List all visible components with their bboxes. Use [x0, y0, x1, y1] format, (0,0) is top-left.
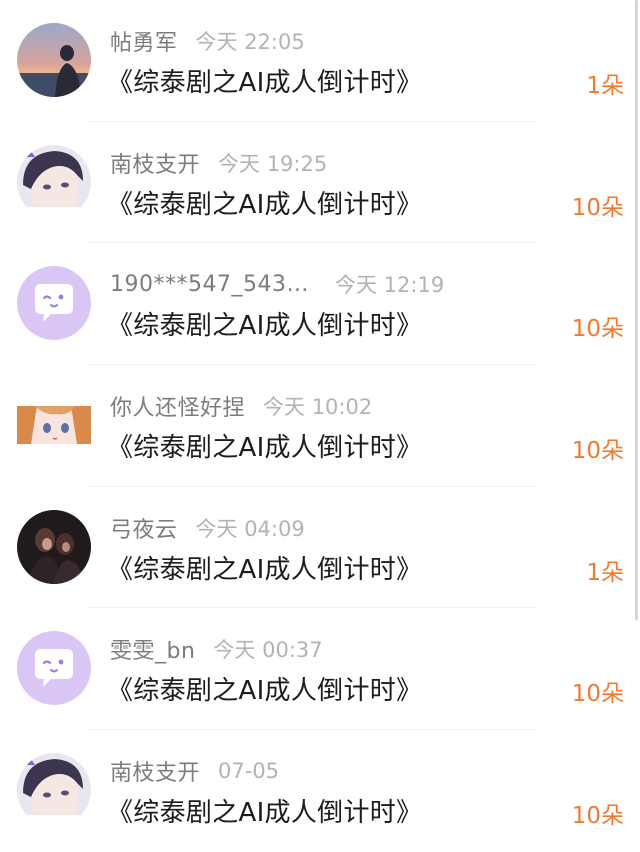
avatar[interactable] [17, 753, 91, 828]
comment-meta: 你人还怪好捏 今天 10:02 [110, 391, 372, 421]
avatar[interactable] [17, 23, 91, 97]
timestamp: 今天 12:19 [334, 273, 445, 298]
username[interactable]: 190***547_543… [110, 272, 309, 297]
username[interactable]: 雯雯_bn [110, 633, 195, 665]
comment-meta: 帖勇军 今天 22:05 [110, 26, 305, 56]
comment-meta: 弓夜云 今天 04:09 [110, 513, 305, 543]
book-title[interactable]: 《综泰剧之AI成人倒计时》 [107, 305, 422, 342]
gift-count: 1朵 [586, 73, 624, 99]
username[interactable]: 南枝支开 [110, 147, 200, 179]
gift-count: 1朵 [586, 559, 624, 586]
default-chat-avatar-icon [17, 631, 91, 706]
book-title[interactable]: 《综泰剧之AI成人倒计时》 [107, 670, 422, 707]
gift-record-list: 帖勇军 今天 22:05 《综泰剧之AI成人倒计时》 1朵 南枝支开 今天 19… [0, 0, 640, 842]
username[interactable]: 帖勇军 [110, 25, 178, 57]
gift-count: 10朵 [571, 681, 624, 708]
timestamp: 今天 19:25 [218, 151, 328, 176]
anime-girl-avatar-icon [17, 406, 91, 445]
gift-count: 10朵 [571, 438, 624, 465]
book-title[interactable]: 《综泰剧之AI成人倒计时》 [107, 549, 422, 586]
timestamp: 今天 04:09 [195, 516, 305, 541]
gift-count: 10朵 [571, 194, 624, 221]
list-item[interactable]: 南枝支开 今天 19:25 《综泰剧之AI成人倒计时》 10朵 [0, 122, 640, 244]
anime-boy-avatar-icon [17, 144, 91, 219]
avatar[interactable] [17, 509, 91, 584]
book-title[interactable]: 《综泰剧之AI成人倒计时》 [107, 427, 422, 464]
username[interactable]: 南枝支开 [110, 755, 200, 787]
comment-meta: 190***547_543… 今天 12:19 [110, 269, 444, 299]
book-title[interactable]: 《综泰剧之AI成人倒计时》 [107, 792, 422, 829]
list-item[interactable]: 弓夜云 今天 04:09 《综泰剧之AI成人倒计时》 1朵 [0, 487, 640, 609]
scrollbar[interactable] [635, 0, 638, 620]
comment-meta: 南枝支开 今天 19:25 [110, 148, 327, 178]
list-item[interactable]: 你人还怪好捏 今天 10:02 《综泰剧之AI成人倒计时》 10朵 [0, 365, 640, 487]
avatar[interactable] [17, 266, 91, 341]
default-chat-avatar-icon [17, 266, 91, 341]
avatar[interactable] [17, 406, 91, 445]
gift-count: 10朵 [571, 316, 624, 343]
avatar[interactable] [17, 144, 91, 219]
dark-couple-avatar-icon [17, 509, 91, 584]
avatar[interactable] [17, 631, 91, 706]
comment-meta: 雯雯_bn 今天 00:37 [110, 634, 323, 664]
timestamp: 今天 00:37 [213, 638, 323, 663]
username[interactable]: 弓夜云 [110, 512, 178, 544]
list-item[interactable]: 190***547_543… 今天 12:19 《综泰剧之AI成人倒计时》 10… [0, 243, 640, 366]
timestamp: 07-05 [218, 759, 280, 784]
list-item[interactable]: 南枝支开 07-05 《综泰剧之AI成人倒计时》 10朵 [0, 730, 640, 852]
anime-boy-avatar-icon [17, 753, 91, 828]
timestamp: 今天 22:05 [195, 30, 305, 54]
timestamp: 今天 10:02 [263, 395, 373, 420]
list-item[interactable]: 帖勇军 今天 22:05 《综泰剧之AI成人倒计时》 1朵 [0, 0, 640, 122]
book-title[interactable]: 《综泰剧之AI成人倒计时》 [107, 62, 422, 99]
sunset-silhouette-avatar-icon [17, 23, 91, 97]
list-item[interactable]: 雯雯_bn 今天 00:37 《综泰剧之AI成人倒计时》 10朵 [0, 608, 640, 731]
gift-count: 10朵 [571, 803, 624, 830]
book-title[interactable]: 《综泰剧之AI成人倒计时》 [107, 184, 422, 221]
comment-meta: 南枝支开 07-05 [110, 756, 279, 786]
username[interactable]: 你人还怪好捏 [110, 390, 245, 422]
